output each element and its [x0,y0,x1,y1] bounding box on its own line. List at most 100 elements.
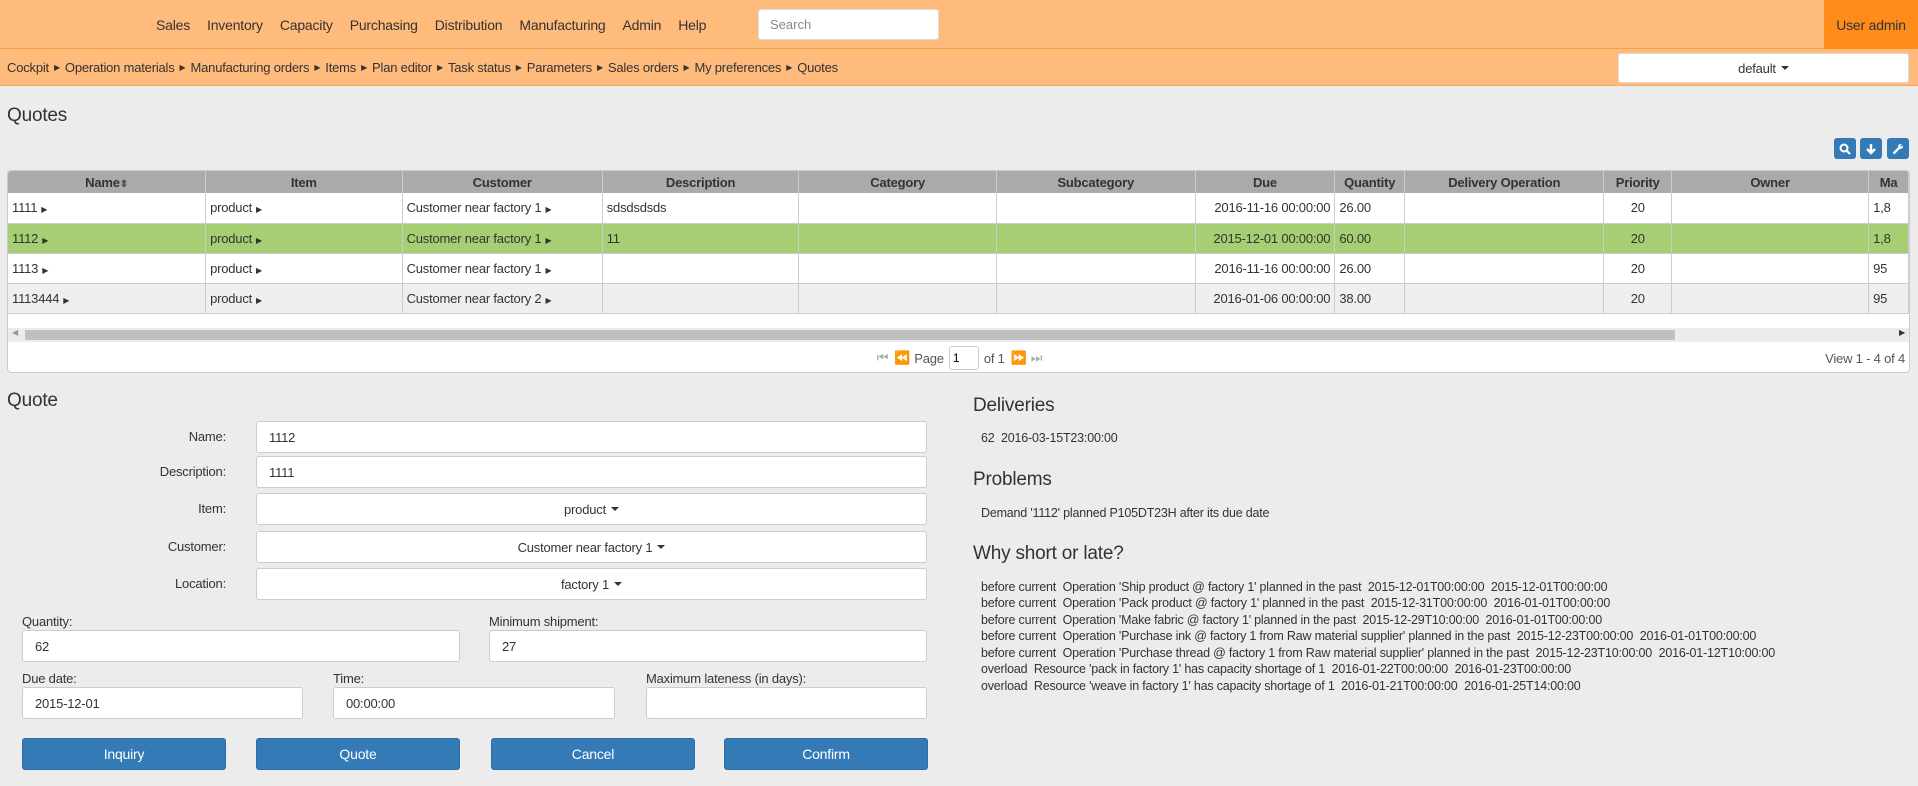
table-row[interactable]: 1113444 ▶ product ▶ Customer near factory 2 ▶… [8,283,1909,314]
cell-customer[interactable]: Customer near factory 1 ▶ [402,193,603,224]
cell-item[interactable]: product ▶ [205,193,403,224]
breadcrumb-parameters[interactable]: Parameters [527,60,592,75]
column-header-quantity[interactable]: Quantity [1334,171,1406,193]
column-header-item[interactable]: Item [205,171,403,193]
page-input[interactable] [948,346,979,370]
quantity-field[interactable]: 62 [22,630,460,662]
cell-quantity: 38.00 [1334,283,1406,314]
next-page-icon[interactable]: ⏩ [1011,350,1027,366]
cell-item[interactable]: product ▶ [205,253,403,284]
cell-name[interactable]: 1112 ▶ [8,223,207,254]
caret-right-icon[interactable]: ▶ [256,205,262,214]
column-header-priority[interactable]: Priority [1603,171,1673,193]
cell-due: 2015-12-01 00:00:00 [1195,223,1336,254]
breadcrumb-items[interactable]: Items [325,60,356,75]
caret-right-icon[interactable]: ▶ [256,296,262,305]
column-header-name[interactable]: Name⬍ [8,171,207,193]
cell-value: 11 [606,230,620,246]
column-header-category[interactable]: Category [798,171,997,193]
inquiry-button[interactable]: Inquiry [22,738,226,770]
breadcrumb: Cockpit ▶ Operation materials ▶ Manufactur… [7,49,838,86]
user-menu[interactable]: User admin [1824,0,1918,49]
cell-item[interactable]: product ▶ [205,283,403,314]
cell-customer[interactable]: Customer near factory 1 ▶ [402,223,603,254]
menu-manufacturing[interactable]: Manufacturing [519,17,605,33]
breadcrumb-plan-editor[interactable]: Plan editor [372,60,432,75]
horizontal-scrollbar[interactable]: ◀ ▶ [8,328,1909,342]
caret-right-icon[interactable]: ▶ [545,205,551,214]
table-row[interactable]: 1113 ▶ product ▶ Customer near factory 1 ▶ 201… [8,253,1909,284]
column-header-owner[interactable]: Owner [1671,171,1870,193]
sort-icon[interactable]: ⬍ [120,179,128,190]
item-label: Item: [198,501,226,516]
page-count: of 1 [983,350,1005,366]
caret-right-icon: ▶ [314,63,321,72]
column-header-delivery-operation[interactable]: Delivery Operation [1404,171,1605,193]
column-header-ma[interactable]: Ma [1868,171,1909,193]
time-field[interactable]: 00:00:00 [333,687,615,719]
caret-right-icon[interactable]: ▶ [545,236,551,245]
problem-item: Demand '1112' planned P105DT23H after it… [981,506,1270,520]
max-lateness-field[interactable] [646,687,927,719]
column-header-customer[interactable]: Customer [402,171,603,193]
customer-select[interactable]: Customer near factory 1 [256,531,927,563]
caret-right-icon: ▶ [786,63,793,72]
name-field[interactable]: 1112 [256,421,927,453]
search-button[interactable] [1834,138,1856,159]
caret-right-icon[interactable]: ▶ [256,236,262,245]
cell-item[interactable]: product ▶ [205,223,403,254]
caret-right-icon[interactable]: ▶ [63,296,69,305]
caret-right-icon[interactable]: ▶ [42,266,48,275]
cell-customer[interactable]: Customer near factory 2 ▶ [402,283,603,314]
cell-customer[interactable]: Customer near factory 1 ▶ [402,253,603,284]
cell-category [798,253,997,284]
cell-name[interactable]: 1113444 ▶ [8,283,207,314]
cancel-button[interactable]: Cancel [491,738,695,770]
breadcrumb-task-status[interactable]: Task status [448,60,511,75]
confirm-button[interactable]: Confirm [724,738,928,770]
menu-distribution[interactable]: Distribution [435,17,503,33]
scrollbar-thumb[interactable] [25,330,1675,340]
menu-purchasing[interactable]: Purchasing [350,17,418,33]
column-header-due[interactable]: Due [1195,171,1336,193]
scroll-right-icon[interactable]: ▶ [1899,328,1905,337]
location-select[interactable]: factory 1 [256,568,927,600]
table-row[interactable]: 1112 ▶ product ▶ Customer near factory 1 ▶ 11 2… [8,223,1909,254]
menu-help[interactable]: Help [678,17,706,33]
table-row[interactable]: 1111 ▶ product ▶ Customer near factory 1 ▶ sds… [8,193,1909,224]
wrench-icon [1892,143,1903,154]
caret-right-icon[interactable]: ▶ [545,266,551,275]
cell-name[interactable]: 1111 ▶ [8,193,207,224]
menu-sales[interactable]: Sales [156,17,190,33]
breadcrumb-operation-materials[interactable]: Operation materials [65,60,175,75]
download-button[interactable] [1860,138,1882,159]
cell-value: 1,8 [1873,200,1891,216]
breadcrumb-sales-orders[interactable]: Sales orders [608,60,679,75]
caret-right-icon[interactable]: ▶ [545,296,551,305]
cell-name[interactable]: 1113 ▶ [8,253,207,284]
column-header-description[interactable]: Description [602,171,800,193]
first-page-icon[interactable]: ⏮ [877,350,889,366]
scroll-left-icon[interactable]: ◀ [12,328,18,337]
breadcrumb-my-preferences[interactable]: My preferences [694,60,781,75]
breadcrumb-quotes[interactable]: Quotes [797,60,838,75]
min-shipment-field[interactable]: 27 [489,630,927,662]
item-select[interactable]: product [256,493,927,525]
settings-button[interactable] [1887,138,1909,159]
caret-right-icon[interactable]: ▶ [256,266,262,275]
last-page-icon[interactable]: ⏭ [1031,350,1043,366]
preference-select[interactable]: default [1618,53,1909,83]
search-input[interactable] [758,9,939,40]
caret-right-icon[interactable]: ▶ [42,236,48,245]
menu-capacity[interactable]: Capacity [280,17,333,33]
column-header-subcategory[interactable]: Subcategory [996,171,1196,193]
prev-page-icon[interactable]: ⏪ [894,350,910,366]
menu-inventory[interactable]: Inventory [207,17,263,33]
description-field[interactable]: 1111 [256,456,927,488]
breadcrumb-cockpit[interactable]: Cockpit [7,60,49,75]
breadcrumb-manufacturing-orders[interactable]: Manufacturing orders [191,60,310,75]
quote-button[interactable]: Quote [256,738,460,770]
due-date-field[interactable]: 2015-12-01 [22,687,303,719]
menu-admin[interactable]: Admin [623,17,662,33]
caret-right-icon[interactable]: ▶ [41,205,47,214]
